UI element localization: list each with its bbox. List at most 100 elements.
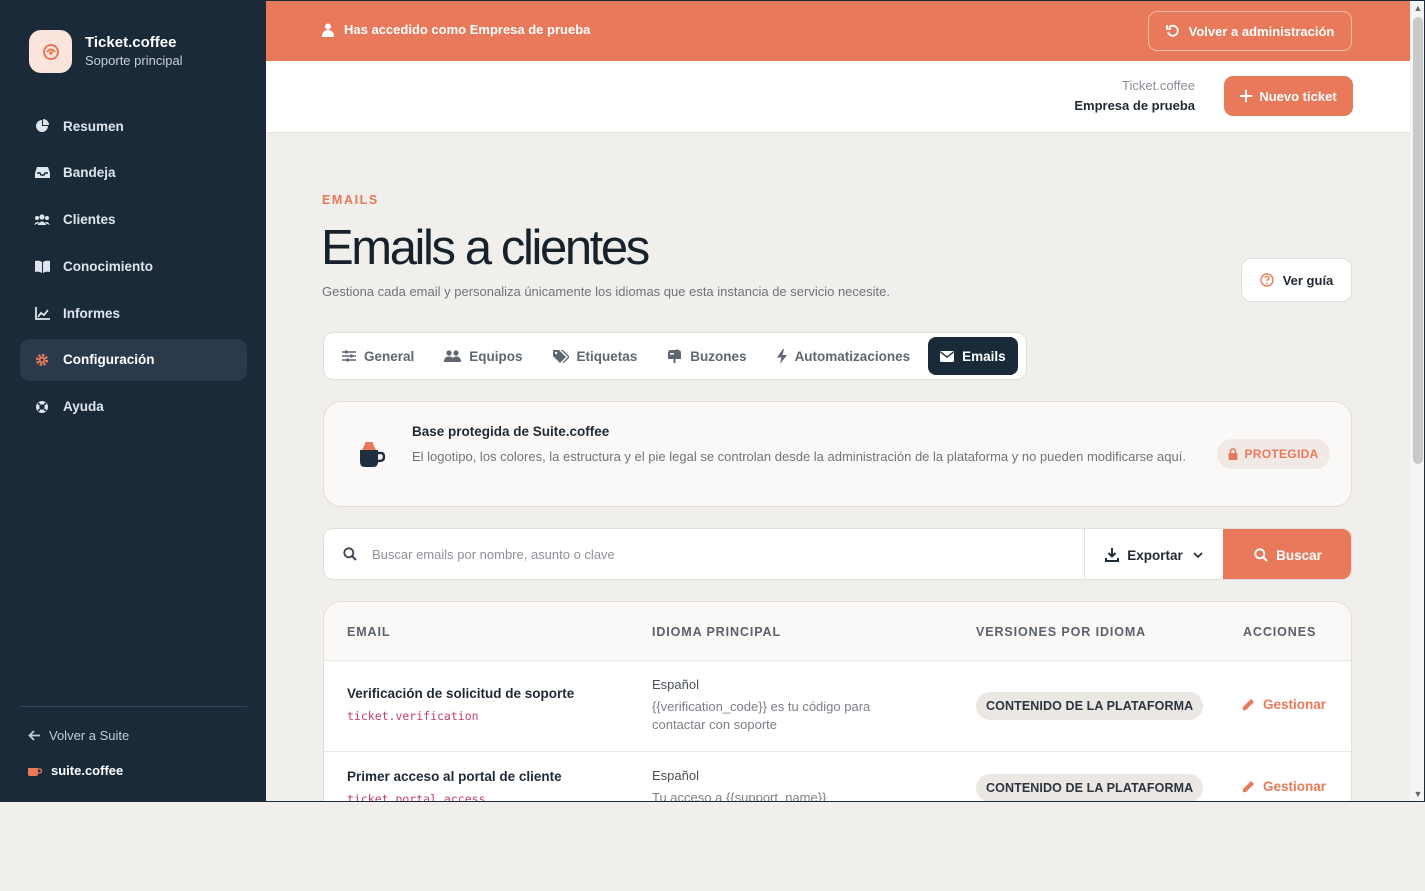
search-icon <box>1254 548 1268 562</box>
sidebar-item-label: Configuración <box>63 352 155 368</box>
tab-etiquetas[interactable]: Etiquetas <box>541 337 650 375</box>
tab-label: Automatizaciones <box>794 348 911 364</box>
team-icon <box>444 350 462 362</box>
email-search-bar: Exportar Buscar <box>323 528 1352 580</box>
email-language: Español <box>652 677 699 692</box>
tab-label: Equipos <box>469 348 523 364</box>
pencil-icon <box>1242 698 1255 711</box>
protected-description: El logotipo, los colores, la estructura … <box>412 449 1186 464</box>
export-label: Exportar <box>1127 547 1183 563</box>
lock-icon <box>1228 448 1238 460</box>
tag-icon <box>552 349 569 363</box>
manage-button[interactable]: Gestionar <box>1242 697 1326 712</box>
org-name: Empresa de prueba <box>1074 98 1195 113</box>
tab-label: Emails <box>962 348 1006 364</box>
sidebar-item-bandeja[interactable]: Bandeja <box>20 152 247 194</box>
chart-icon <box>34 305 50 321</box>
envelope-icon <box>940 350 955 362</box>
sidebar-item-configuracion[interactable]: Configuración <box>20 338 247 381</box>
plus-icon <box>1240 90 1253 102</box>
view-guide-button[interactable]: Ver guía <box>1241 258 1352 302</box>
protected-title: Base protegida de Suite.coffee <box>412 424 610 439</box>
emails-table: EMAIL IDIOMA PRINCIPAL VERSIONES POR IDI… <box>323 601 1352 802</box>
undo-icon <box>1165 24 1180 38</box>
suite-brand[interactable]: suite.coffee <box>28 763 123 778</box>
brand[interactable]: Ticket.coffee Soporte principal <box>29 30 183 73</box>
brand-name: Ticket.coffee <box>85 34 177 51</box>
email-key: ticket.portal_access <box>347 792 486 802</box>
bolt-icon <box>776 348 787 364</box>
search-input[interactable] <box>372 529 1072 579</box>
sidebar-divider <box>20 706 247 707</box>
export-dropdown[interactable]: Exportar <box>1084 529 1223 579</box>
versions-badge: CONTENIDO DE LA PLATAFORMA <box>976 692 1204 720</box>
sidebar-item-label: Clientes <box>63 212 116 228</box>
sidebar-item-resumen[interactable]: Resumen <box>20 105 247 147</box>
main-content: EMAILS Emails a clientes Gestiona cada e… <box>266 133 1410 802</box>
tab-emails[interactable]: Emails <box>928 337 1018 375</box>
sidebar: Ticket.coffee Soporte principal Resumen … <box>1 1 266 801</box>
gear-icon <box>34 352 50 368</box>
manage-label: Gestionar <box>1263 779 1327 794</box>
back-to-suite-link[interactable]: Volver a Suite <box>28 728 129 743</box>
sidebar-item-label: Informes <box>63 305 121 321</box>
column-header-language: IDIOMA PRINCIPAL <box>652 625 781 639</box>
tab-label: General <box>364 348 415 364</box>
brand-subtitle: Soporte principal <box>85 53 183 68</box>
tab-automatizaciones[interactable]: Automatizaciones <box>765 337 923 375</box>
sliders-icon <box>342 350 356 362</box>
page-title: Emails a clientes <box>321 221 650 275</box>
email-language: Español <box>652 768 699 783</box>
view-guide-label: Ver guía <box>1282 272 1334 288</box>
scroll-thumb[interactable] <box>1413 17 1423 464</box>
column-header-versions: VERSIONES POR IDIOMA <box>976 625 1147 639</box>
table-row: Primer acceso al portal de cliente ticke… <box>324 752 1351 802</box>
mailbox-icon <box>667 349 682 363</box>
users-icon <box>34 212 50 228</box>
download-icon <box>1105 548 1120 562</box>
sidebar-item-label: Conocimiento <box>63 258 153 274</box>
question-circle-icon <box>1260 273 1274 287</box>
search-button[interactable]: Buscar <box>1223 529 1351 579</box>
tab-buzones[interactable]: Buzones <box>655 337 758 375</box>
book-icon <box>34 258 50 274</box>
coffee-mug-icon <box>356 440 386 475</box>
pencil-icon <box>1242 780 1255 793</box>
impersonation-banner: Has accedido como Empresa de prueba Volv… <box>266 1 1410 61</box>
app-window: Ticket.coffee Soporte principal Resumen … <box>0 0 1425 802</box>
tab-equipos[interactable]: Equipos <box>432 337 534 375</box>
sidebar-item-conocimiento[interactable]: Conocimiento <box>20 245 247 287</box>
arrow-left-icon <box>28 730 41 741</box>
sidebar-item-informes[interactable]: Informes <box>20 292 247 334</box>
page-scrollbar[interactable]: ▲ ▼ <box>1410 1 1424 801</box>
page-description: Gestiona cada email y personaliza únicam… <box>322 284 890 299</box>
settings-tabs: General Equipos Etiquetas Buzones Automa… <box>323 332 1027 380</box>
lifebuoy-icon <box>34 399 50 415</box>
sidebar-item-ayuda[interactable]: Ayuda <box>20 386 247 428</box>
back-to-admin-label: Volver a administración <box>1188 23 1335 39</box>
sidebar-item-label: Bandeja <box>63 165 116 181</box>
topbar: Ticket.coffee Empresa de prueba Nuevo ti… <box>266 61 1410 133</box>
tab-label: Buzones <box>690 348 747 364</box>
back-to-admin-button[interactable]: Volver a administración <box>1148 11 1352 51</box>
sidebar-item-label: Ayuda <box>63 399 104 415</box>
tab-general[interactable]: General <box>330 337 426 375</box>
email-name: Primer acceso al portal de cliente <box>347 769 562 784</box>
column-header-actions: ACCIONES <box>1243 625 1317 639</box>
search-button-label: Buscar <box>1276 547 1322 563</box>
new-ticket-label: Nuevo ticket <box>1259 88 1337 104</box>
email-preview: {{verification_code}} es tu código para … <box>652 699 871 732</box>
protected-base-notice: Base protegida de Suite.coffee El logoti… <box>323 401 1352 507</box>
manage-button[interactable]: Gestionar <box>1242 779 1326 794</box>
coffee-cup-icon <box>28 765 42 777</box>
org-product: Ticket.coffee <box>1122 78 1195 93</box>
sidebar-item-clientes[interactable]: Clientes <box>20 199 247 241</box>
scroll-up-arrow-icon[interactable]: ▲ <box>1413 3 1423 13</box>
scroll-down-arrow-icon[interactable]: ▼ <box>1413 789 1423 799</box>
page-eyebrow: EMAILS <box>322 193 379 207</box>
suite-brand-label: suite.coffee <box>51 763 124 778</box>
email-key: ticket.verification <box>347 709 479 723</box>
new-ticket-button[interactable]: Nuevo ticket <box>1224 76 1353 116</box>
banner-text: Has accedido como Empresa de prueba <box>344 22 591 37</box>
table-header: EMAIL IDIOMA PRINCIPAL VERSIONES POR IDI… <box>324 602 1351 661</box>
